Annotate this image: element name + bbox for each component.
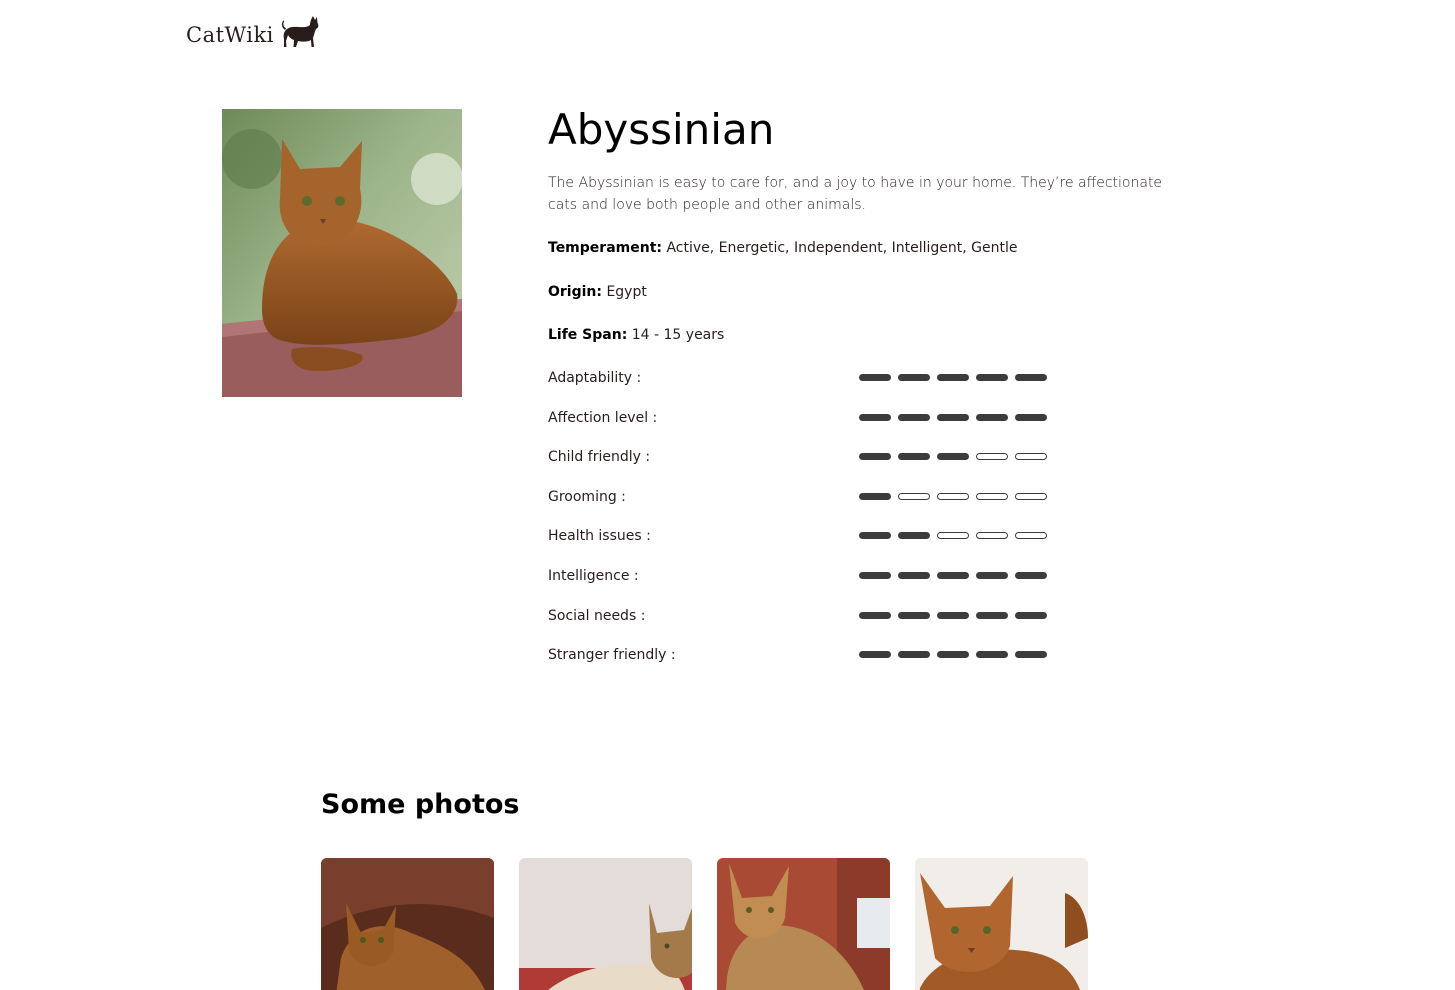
rating-label: Social needs : (548, 607, 646, 624)
rating-bars (859, 651, 1047, 659)
rating-bar-filled (898, 453, 930, 461)
rating-label: Health issues : (548, 528, 651, 545)
life-span-label: Life Span: (548, 327, 628, 343)
gallery-photo[interactable] (519, 858, 692, 990)
rating-row: Intelligence : (548, 566, 1068, 586)
rating-bar-filled (859, 492, 891, 500)
breed-details-page: CatWiki Abyssinian The Abyssinian is eas… (0, 0, 1455, 990)
rating-bar-filled (937, 453, 969, 461)
origin-label: Origin: (548, 284, 602, 300)
rating-bar-empty (1015, 492, 1047, 500)
rating-bars (859, 532, 1047, 540)
rating-bar-filled (898, 374, 930, 381)
life-span-value: 14 - 15 years (631, 327, 725, 343)
rating-bar-filled (976, 572, 1008, 579)
rating-bar-filled (937, 651, 969, 659)
rating-bar-filled (976, 413, 1008, 421)
breed-details: Abyssinian The Abyssinian is easy to car… (548, 100, 1188, 663)
rating-row: Child friendly : (548, 447, 1068, 467)
rating-bar-filled (976, 611, 1008, 619)
rating-bar-filled (937, 413, 969, 421)
rating-bars (859, 572, 1047, 579)
rating-bar-filled (859, 532, 891, 540)
rating-bar-filled (898, 532, 930, 540)
rating-bar-filled (1015, 413, 1047, 421)
rating-bar-empty (1015, 532, 1047, 540)
rating-bar-filled (976, 651, 1008, 659)
photo-gallery (321, 858, 1088, 990)
rating-bar-filled (898, 572, 930, 579)
rating-bar-empty (937, 492, 969, 500)
temperament-label: Temperament: (548, 240, 662, 256)
breed-description: The Abyssinian is easy to care for, and … (548, 175, 1163, 213)
rating-bar-filled (859, 413, 891, 421)
rating-row: Social needs : (548, 606, 1068, 626)
rating-label: Grooming : (548, 488, 626, 505)
rating-bar-filled (937, 611, 969, 619)
rating-bar-filled (1015, 374, 1047, 381)
rating-bars (859, 413, 1047, 421)
origin-fact: Origin: Egypt (548, 282, 647, 302)
rating-row: Affection level : (548, 408, 1068, 428)
rating-bar-empty (937, 532, 969, 540)
rating-bar-empty (976, 492, 1008, 500)
rating-bar-filled (976, 374, 1008, 381)
rating-bar-filled (898, 413, 930, 421)
rating-label: Child friendly : (548, 449, 651, 466)
rating-bar-filled (1015, 611, 1047, 619)
temperament-fact: Temperament: Active, Energetic, Independ… (548, 238, 1017, 258)
rating-bar-filled (898, 651, 930, 659)
rating-bar-empty (976, 453, 1008, 461)
rating-bar-filled (859, 453, 891, 461)
gallery-photo[interactable] (915, 858, 1088, 990)
rating-bar-filled (1015, 651, 1047, 659)
rating-bars (859, 492, 1047, 500)
gallery-photo[interactable] (717, 858, 890, 990)
rating-bars (859, 374, 1047, 381)
life-span-fact: Life Span: 14 - 15 years (548, 325, 724, 345)
rating-bars (859, 611, 1047, 619)
origin-value: Egypt (606, 284, 647, 300)
rating-label: Stranger friendly : (548, 647, 676, 664)
photos-section-title: Some photos (321, 789, 520, 820)
rating-label: Intelligence : (548, 568, 639, 584)
catwiki-logo[interactable]: CatWiki (186, 14, 320, 50)
gallery-photo[interactable] (321, 858, 494, 990)
breed-main-photo (222, 109, 462, 397)
rating-bar-filled (859, 374, 891, 381)
rating-row: Stranger friendly : (548, 645, 1068, 665)
rating-label: Affection level : (548, 409, 658, 426)
rating-bar-empty (976, 532, 1008, 540)
rating-bar-filled (898, 611, 930, 619)
rating-bars (859, 453, 1047, 461)
rating-bar-filled (937, 572, 969, 579)
rating-bar-filled (1015, 572, 1047, 579)
temperament-value: Active, Energetic, Independent, Intellig… (666, 240, 1018, 256)
cat-silhouette-icon (281, 16, 319, 47)
rating-bar-filled (859, 651, 891, 659)
rating-bar-empty (898, 492, 930, 500)
rating-row: Health issues : (548, 526, 1068, 546)
breed-name: Abyssinian (548, 105, 775, 154)
rating-row: Grooming : (548, 487, 1068, 507)
logo-text: CatWiki (186, 23, 274, 47)
rating-bar-empty (1015, 453, 1047, 461)
rating-bar-filled (859, 572, 891, 579)
rating-label: Adaptability : (548, 370, 642, 386)
rating-bar-filled (937, 374, 969, 381)
rating-bar-filled (859, 611, 891, 619)
rating-row: Adaptability : (548, 368, 1068, 388)
